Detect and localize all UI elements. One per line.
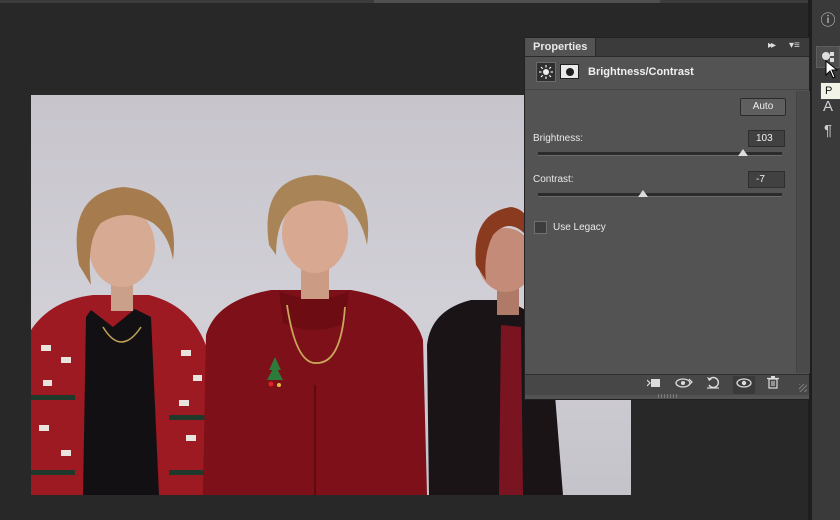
visibility-eye-icon[interactable] xyxy=(733,376,755,394)
resize-grip-icon[interactable] xyxy=(799,384,807,392)
layer-mask-icon[interactable] xyxy=(560,64,579,79)
panel-scrollbar[interactable] xyxy=(796,91,810,373)
view-previous-state-icon[interactable] xyxy=(673,376,695,394)
paragraph-icon[interactable]: ¶ xyxy=(816,119,840,141)
brightness-slider-thumb[interactable] xyxy=(737,149,748,156)
use-legacy-checkbox[interactable] xyxy=(534,221,547,234)
contrast-label: Contrast: xyxy=(533,174,574,185)
auto-button[interactable]: Auto xyxy=(740,98,786,116)
info-icon[interactable]: ⓘ xyxy=(816,8,840,30)
properties-panel: Properties ▸▸ ▾≡ Brightness/Contrast Aut… xyxy=(524,37,810,400)
panel-tab-bar: Properties ▸▸ ▾≡ xyxy=(525,38,809,57)
collapse-panel-icon[interactable]: ▸▸ xyxy=(768,40,776,51)
adjustment-header: Brightness/Contrast xyxy=(525,57,809,90)
contrast-slider-track[interactable] xyxy=(538,190,782,197)
tab-properties[interactable]: Properties xyxy=(525,38,597,56)
panel-menu-icon[interactable]: ▾≡ xyxy=(789,40,800,51)
use-legacy-label: Use Legacy xyxy=(553,222,606,233)
brightness-slider-track[interactable] xyxy=(538,149,782,156)
brightness-label: Brightness: xyxy=(533,133,584,144)
trash-icon[interactable] xyxy=(762,376,784,394)
tooltip: P xyxy=(820,82,840,100)
brightness-adjustment-icon[interactable] xyxy=(536,62,556,82)
adjustment-title: Brightness/Contrast xyxy=(588,66,694,78)
clip-to-layer-icon[interactable] xyxy=(643,376,665,394)
brightness-value-field[interactable]: 103 xyxy=(748,130,785,147)
panel-bottom-toolbar xyxy=(525,374,809,395)
reset-icon[interactable] xyxy=(702,376,724,394)
contrast-slider-thumb[interactable] xyxy=(637,190,648,197)
panel-drag-grip[interactable] xyxy=(658,394,678,398)
mouse-cursor-icon xyxy=(825,60,839,79)
contrast-value-field[interactable]: -7 xyxy=(748,171,785,188)
